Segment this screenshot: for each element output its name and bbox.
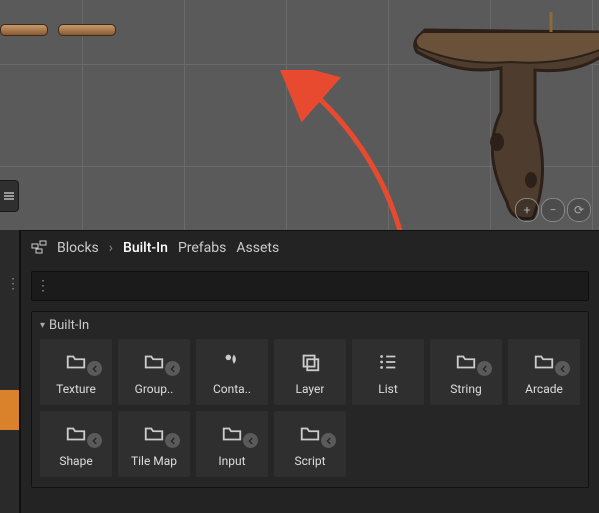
block-item-label: Texture <box>56 382 96 396</box>
block-item-label: Arcade <box>525 382 563 396</box>
block-item-label: Input <box>218 454 245 468</box>
folder-icon <box>221 420 243 448</box>
breadcrumb-item[interactable]: Prefabs <box>178 240 226 256</box>
chevron-right-icon: › <box>109 240 113 256</box>
block-item-label: Conta.. <box>213 382 251 396</box>
block-item[interactable]: Conta.. <box>196 339 268 405</box>
blocks-panel: ⋮ Blocks › Built-In Prefabs Assets ⋮ ▾ B… <box>0 230 599 513</box>
folder-icon <box>533 348 555 376</box>
block-item[interactable]: List <box>352 339 424 405</box>
folder-icon <box>143 348 165 376</box>
scene-viewport[interactable]: + − ⟳ <box>0 0 599 230</box>
list-icon <box>377 348 399 376</box>
block-item-label: Tile Map <box>131 454 177 468</box>
breadcrumb-item[interactable]: Assets <box>236 240 279 256</box>
zoom-controls: + − ⟳ <box>515 198 591 222</box>
chevron-down-icon: ▾ <box>40 320 45 331</box>
arrow-left-badge-icon <box>165 361 180 376</box>
zoom-in-button[interactable]: + <box>515 198 539 222</box>
block-item[interactable]: Layer <box>274 339 346 405</box>
block-item-label: Group.. <box>135 382 174 396</box>
zoom-out-button[interactable]: − <box>541 198 565 222</box>
rope-segment <box>0 24 48 36</box>
block-item-label: Layer <box>296 382 325 396</box>
layers-icon <box>299 348 321 376</box>
kebab-icon[interactable]: ⋮ <box>6 282 20 286</box>
drop-icon <box>221 348 243 376</box>
arrow-left-badge-icon <box>321 433 336 448</box>
arrow-left-badge-icon <box>477 361 492 376</box>
menu-icon <box>3 190 15 202</box>
zoom-reset-button[interactable]: ⟳ <box>567 198 591 222</box>
block-item-label: String <box>450 382 481 396</box>
breadcrumb: Blocks › Built-In Prefabs Assets <box>21 231 599 265</box>
arrow-left-badge-icon <box>87 433 102 448</box>
sidebar-toggle-button[interactable] <box>0 180 19 212</box>
folder-icon <box>65 420 87 448</box>
active-marker <box>0 390 19 430</box>
breadcrumb-item[interactable]: Built-In <box>123 240 168 256</box>
panel-left-strip: ⋮ <box>0 230 20 513</box>
block-item[interactable]: Shape <box>40 411 112 477</box>
arrow-left-badge-icon <box>165 433 180 448</box>
block-item-label: Shape <box>59 454 92 468</box>
search-input[interactable] <box>54 279 588 294</box>
block-item[interactable]: Arcade <box>508 339 580 405</box>
arrow-left-badge-icon <box>243 433 258 448</box>
folder-icon <box>65 348 87 376</box>
blocks-icon <box>31 240 47 256</box>
block-item[interactable]: String <box>430 339 502 405</box>
cliff-prop <box>411 12 599 228</box>
arrow-left-badge-icon <box>555 361 570 376</box>
section-title: Built-In <box>49 318 89 333</box>
item-grid: Texture Group.. Conta.. Layer List String Arca… <box>32 339 588 477</box>
block-item[interactable]: Input <box>196 411 268 477</box>
rope-segment <box>58 24 116 36</box>
arrow-left-badge-icon <box>87 361 102 376</box>
folder-icon <box>143 420 165 448</box>
block-item[interactable]: Tile Map <box>118 411 190 477</box>
breadcrumb-item[interactable]: Blocks <box>57 240 99 256</box>
block-item[interactable]: Group.. <box>118 339 190 405</box>
folder-icon <box>455 348 477 376</box>
block-item-label: Script <box>294 454 325 468</box>
folder-icon <box>299 420 321 448</box>
block-item-label: List <box>378 382 398 396</box>
section-header[interactable]: ▾ Built-In <box>32 312 588 339</box>
search-bar: ⋮ <box>31 271 589 301</box>
builtin-section: ▾ Built-In Texture Group.. Conta.. Layer Lis… <box>31 311 589 488</box>
block-item[interactable]: Texture <box>40 339 112 405</box>
block-item[interactable]: Script <box>274 411 346 477</box>
kebab-icon[interactable]: ⋮ <box>32 278 54 294</box>
